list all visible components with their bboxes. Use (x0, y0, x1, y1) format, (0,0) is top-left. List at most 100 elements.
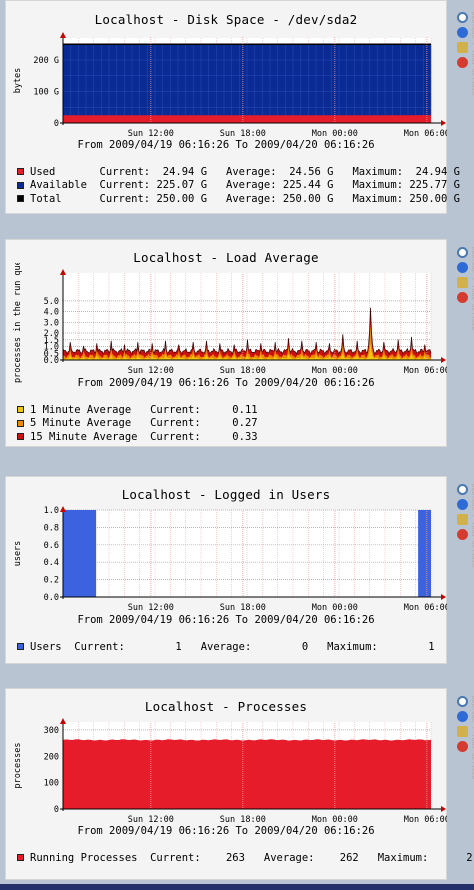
y-tick-label: 200 (44, 752, 59, 762)
x-tick-label: Sun 12:00 (128, 815, 174, 825)
disk-chart-title: Localhost - Disk Space - /dev/sda2 (94, 12, 358, 27)
x-tick-label: Sun 18:00 (220, 603, 266, 613)
logged-users-panel: Localhost - Logged in Users 0.0 0.2 0.4 0.6… (5, 476, 447, 664)
legend-current-word: Current: (86, 165, 151, 178)
y-axis-arrow (60, 32, 66, 38)
legend-current-value: 0.27 (200, 417, 258, 430)
legend-average-word: Average: (207, 179, 277, 192)
legend-current-word: Current: (137, 403, 201, 416)
y-tick-label: 300 (44, 726, 59, 736)
x-tick-label: Sun 18:00 (220, 366, 266, 376)
x-tick-label: Mon 06:00 (404, 129, 447, 139)
y-axis-label: bytes (13, 68, 23, 94)
legend-maximum-word: Maximum: (333, 192, 404, 205)
x-tick-label: Sun 18:00 (220, 129, 266, 139)
users-bar (418, 510, 431, 597)
y-tick-label: 0.8 (44, 523, 59, 533)
used-area (63, 115, 431, 123)
legend-current-value: 1 (124, 640, 182, 653)
disk-date-range: From 2009/04/19 06:16:26 To 2009/04/20 0… (77, 139, 375, 151)
rrdtool-credit: RRDTOOL / TOBI OETIKER (470, 484, 474, 568)
legend-current-word: Current: (137, 851, 201, 864)
processes-panel: Localhost - Processes 0 100 200 300 processe… (5, 688, 473, 880)
x-tick-label: Mon 00:00 (312, 366, 358, 376)
y-axis-label: processes (13, 742, 23, 788)
load-legend: 1 Minute Average Current: 0.11 5 Minute A… (17, 403, 258, 444)
procs-legend: Running Processes Current: 263 Average: … (17, 851, 473, 865)
legend-row: Total Current: 250.00 G Average: 250.00 … (17, 192, 460, 206)
legend-row: Used Current: 24.94 G Average: 24.56 G M… (17, 165, 460, 179)
legend-average-word: Average: (207, 192, 277, 205)
legend-swatch (17, 854, 24, 862)
legend-row: Available Current: 225.07 G Average: 225… (17, 179, 460, 193)
disk-legend: Used Current: 24.94 G Average: 24.56 G M… (17, 165, 460, 206)
disk-space-panel: Localhost - Disk Space - /dev/sda2 0 100 … (5, 0, 460, 214)
legend-current-word: Current: (86, 179, 151, 192)
legend-average-word: Average: (244, 851, 315, 864)
x-tick-label: Mon 00:00 (312, 815, 358, 825)
load-average-panel: Localhost - Load Average 0.0 0.5 1.0 1.5 2.0… (5, 239, 447, 447)
y-tick-label: 200 G (33, 56, 59, 66)
legend-swatch (17, 195, 24, 203)
y-tick-label: 5.0 (44, 297, 59, 307)
legend-average-word: Average: (181, 640, 252, 653)
legend-swatch (17, 433, 24, 441)
legend-label: 15 Minute Average (30, 430, 138, 443)
y-tick-label: 100 (44, 779, 59, 789)
y-tick-label: 0.6 (44, 541, 59, 551)
disk-side-tools: RRDTOOL / TOBI OETIKER (448, 0, 474, 214)
y-tick-label: 2.0 (44, 329, 59, 339)
x-axis-arrow (441, 806, 446, 812)
x-tick-label: Sun 12:00 (128, 129, 174, 139)
x-tick-label: Sun 12:00 (128, 603, 174, 613)
x-tick-label: Mon 06:00 (404, 366, 447, 376)
x-axis-arrow (441, 357, 446, 363)
x-tick-label: Mon 00:00 (312, 603, 358, 613)
legend-current-word: Current: (61, 640, 125, 653)
y-tick-label: 4.0 (44, 308, 59, 318)
y-tick-label: 1.0 (44, 506, 59, 516)
y-tick-label: 0.2 (44, 576, 59, 586)
y-axis-label: processes in the run queue (13, 263, 23, 383)
legend-row: 5 Minute Average Current: 0.27 (17, 417, 258, 431)
x-axis-arrow (441, 120, 446, 126)
legend-label: Available (30, 179, 87, 192)
y-tick-label: 0.4 (44, 558, 59, 568)
y-axis-label: users (13, 541, 23, 567)
legend-row: 15 Minute Average Current: 0.33 (17, 430, 258, 444)
y-tick-label: 100 G (33, 88, 59, 98)
legend-swatch (17, 168, 24, 176)
y-tick-label: 0 (54, 805, 59, 815)
legend-average-value: 250.00 G (276, 192, 334, 205)
legend-maximum-word: Maximum: (333, 165, 404, 178)
legend-current-word: Current: (86, 192, 151, 205)
users-legend: Users Current: 1 Average: 0 Maximum: 1 (17, 640, 435, 654)
y-axis-arrow (60, 269, 66, 275)
legend-current-value: 263 (200, 851, 245, 864)
legend-current-value: 0.33 (200, 430, 258, 443)
processes-area (63, 739, 431, 809)
load-side-tools: RRDTOOL / TOBI OETIKER (448, 239, 474, 447)
legend-current-word: Current: (137, 430, 201, 443)
legend-swatch (17, 643, 24, 651)
x-axis-arrow (441, 594, 446, 600)
x-tick-label: Sun 12:00 (128, 366, 174, 376)
y-tick-label: 0.0 (44, 593, 59, 603)
bottom-border (0, 884, 474, 890)
legend-swatch (17, 419, 24, 427)
legend-label: 5 Minute Average (30, 417, 138, 430)
x-tick-label: Mon 00:00 (312, 129, 358, 139)
load-date-range: From 2009/04/19 06:16:26 To 2009/04/20 0… (77, 377, 375, 389)
legend-current-value: 24.94 G (150, 165, 208, 178)
legend-maximum-value: 1 (377, 640, 435, 653)
legend-average-value: 262 (314, 851, 359, 864)
legend-swatch (17, 406, 24, 414)
users-side-tools: RRDTOOL / TOBI OETIKER (448, 476, 474, 664)
x-tick-label: Sun 18:00 (220, 815, 266, 825)
legend-swatch (17, 181, 24, 189)
legend-label: Users (30, 640, 62, 653)
users-bar (63, 510, 97, 597)
legend-current-value: 250.00 G (150, 192, 208, 205)
procs-side-tools: RRDTOOL / TOBI OETIKER (448, 688, 474, 880)
rrdtool-credit: RRDTOOL / TOBI OETIKER (470, 12, 474, 96)
